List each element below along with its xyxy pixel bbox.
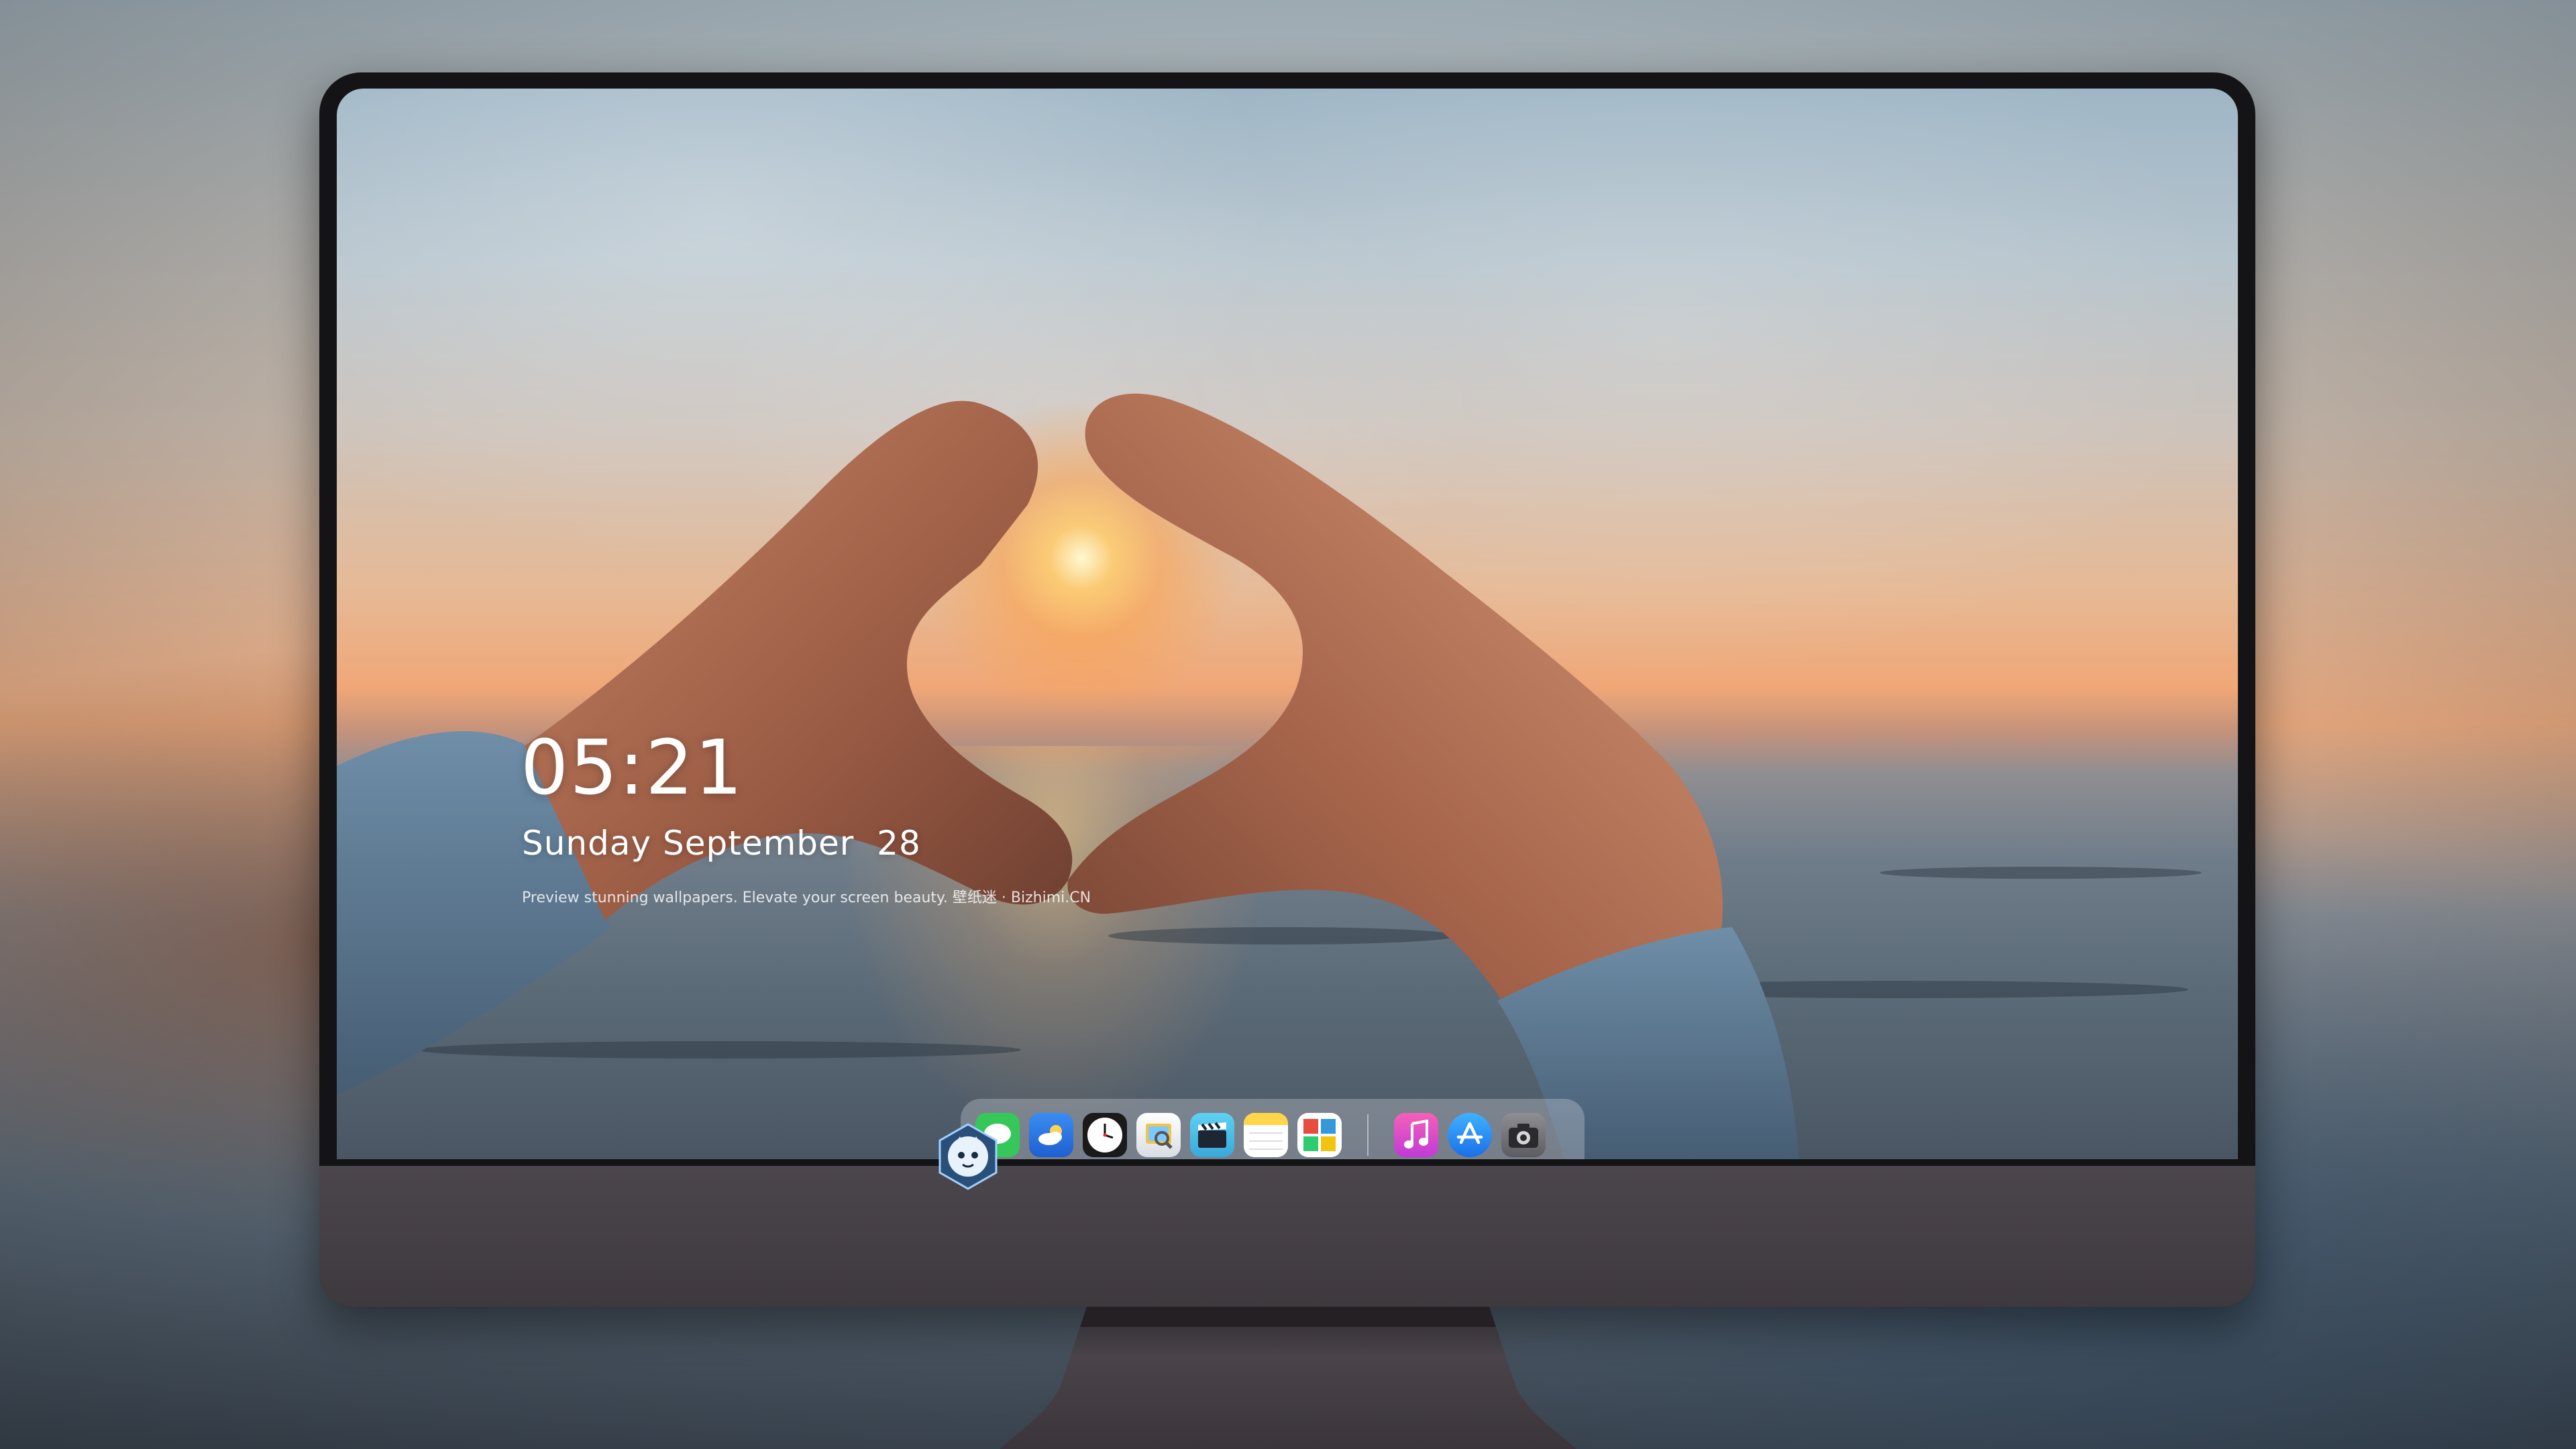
heart-hands-illustration	[337, 393, 1799, 1159]
brand-logo-icon	[938, 1123, 998, 1190]
camera-icon[interactable]	[1501, 1113, 1546, 1157]
clapperboard-icon[interactable]	[1190, 1113, 1234, 1157]
lock-screen-time: 05:21	[521, 724, 744, 812]
monitor: 05:21 Sunday September 28 Preview stunni…	[319, 72, 2255, 1307]
app-store-icon[interactable]	[1448, 1113, 1492, 1157]
dock	[961, 1099, 1585, 1159]
notes-icon[interactable]	[1244, 1113, 1288, 1157]
screen: 05:21 Sunday September 28 Preview stunni…	[337, 89, 2238, 1159]
lock-screen-date: Sunday September 28	[522, 824, 921, 863]
photo-booth-icon[interactable]	[1297, 1113, 1342, 1157]
weather-icon[interactable]	[1029, 1113, 1073, 1157]
wallpaper-caption: Preview stunning wallpapers. Elevate you…	[522, 890, 1091, 906]
monitor-chin	[319, 1166, 2255, 1307]
dock-separator	[1367, 1114, 1368, 1156]
clock-icon[interactable]	[1083, 1113, 1127, 1157]
preview-icon[interactable]	[1136, 1113, 1181, 1157]
monitor-stand	[1000, 1307, 1576, 1449]
music-icon[interactable]	[1394, 1113, 1438, 1157]
